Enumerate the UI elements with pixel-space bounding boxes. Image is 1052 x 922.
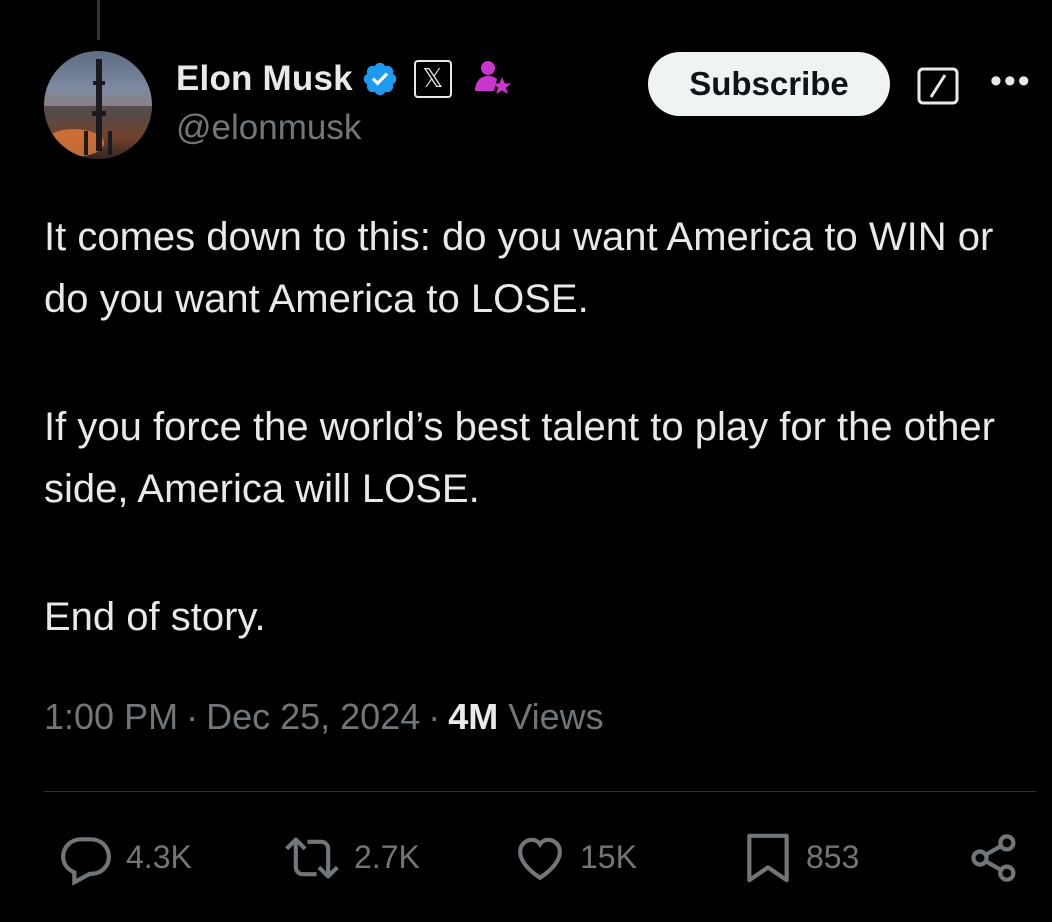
author-display-name[interactable]: Elon Musk <box>176 59 353 99</box>
tweet-paragraph: If you force the world’s best talent to … <box>44 405 995 511</box>
author-name-row: Elon Musk 𝕏 <box>176 56 514 102</box>
more-options-icon[interactable]: ••• <box>990 64 1034 98</box>
tweet-metadata: 1:00 PM · Dec 25, 2024 · 4M Views <box>44 696 604 738</box>
share-icon <box>971 833 1016 882</box>
repost-icon <box>285 836 339 879</box>
separator-dot: · <box>428 696 441 737</box>
bookmark-icon <box>747 833 789 882</box>
author-handle[interactable]: @elonmusk <box>176 108 361 148</box>
separator-dot: · <box>186 696 199 737</box>
like-count: 15K <box>580 839 637 875</box>
views-label: Views <box>508 696 604 737</box>
tweet-time[interactable]: 1:00 PM <box>44 696 178 738</box>
share-button[interactable] <box>966 820 1022 895</box>
tweet-paragraph: End of story. <box>44 595 266 639</box>
tweet-date[interactable]: Dec 25, 2024 <box>206 696 420 738</box>
subscriber-star-icon <box>470 57 514 101</box>
tweet-paragraph: It comes down to this: do you want Ameri… <box>44 215 994 321</box>
tweet-text: It comes down to this: do you want Ameri… <box>44 206 1024 648</box>
subscribe-button[interactable]: Subscribe <box>648 52 890 116</box>
reply-button[interactable]: 4.3K <box>58 820 192 895</box>
reply-icon <box>61 836 111 886</box>
grok-icon[interactable] <box>917 67 959 105</box>
like-button[interactable]: 15K <box>512 820 637 895</box>
bookmark-count: 853 <box>806 839 860 875</box>
thread-connector-line <box>97 0 100 40</box>
repost-count: 2.7K <box>354 839 420 875</box>
reply-count: 4.3K <box>126 839 192 875</box>
rocket-avatar-image <box>44 59 152 159</box>
avatar[interactable] <box>44 51 152 159</box>
action-bar: 4.3K 2.7K 15K 853 <box>0 820 1052 895</box>
x-affiliation-badge-icon[interactable]: 𝕏 <box>413 60 452 98</box>
views-count[interactable]: 4M <box>448 696 498 738</box>
heart-icon <box>518 837 562 880</box>
repost-button[interactable]: 2.7K <box>282 820 420 895</box>
divider <box>44 791 1036 792</box>
bookmark-button[interactable]: 853 <box>742 820 859 895</box>
verified-badge-icon[interactable] <box>361 60 399 98</box>
